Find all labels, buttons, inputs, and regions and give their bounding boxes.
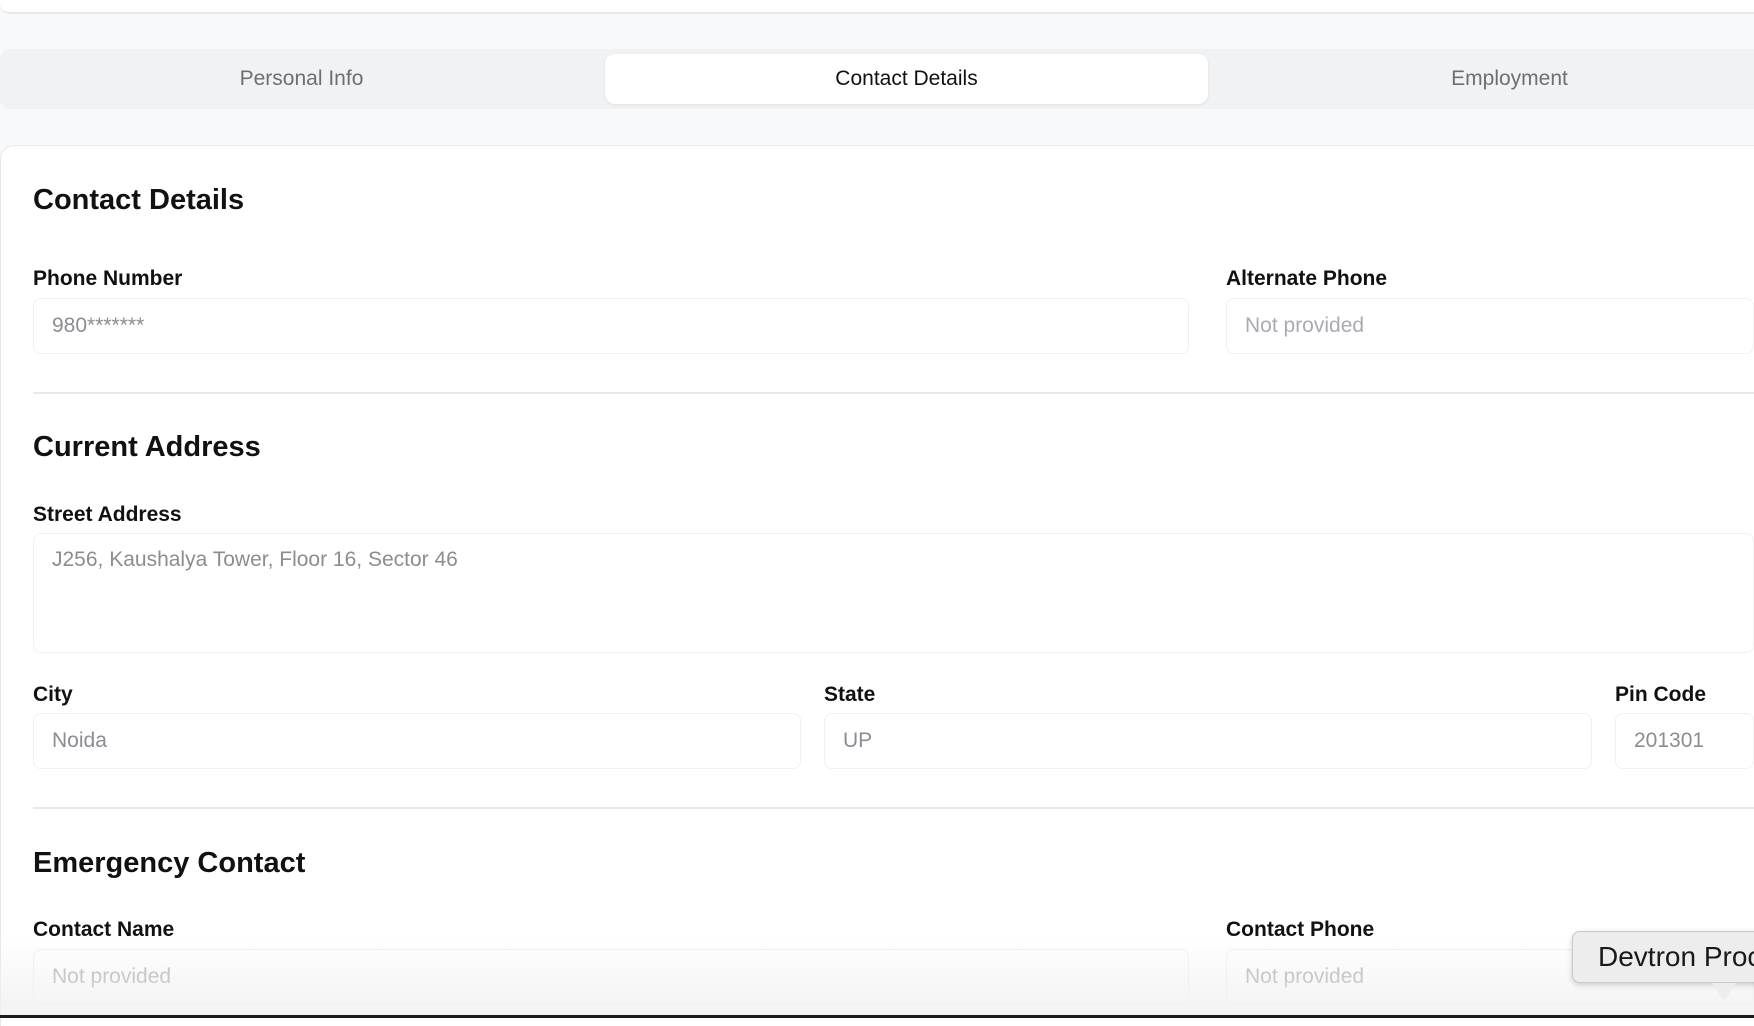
tab-bar: Personal Info Contact Details Employment xyxy=(0,49,1754,109)
emergency-contact-heading: Emergency Contact xyxy=(33,847,306,879)
tab-personal-info[interactable]: Personal Info xyxy=(0,54,603,104)
tab-employment[interactable]: Employment xyxy=(1208,54,1754,104)
section-divider xyxy=(33,807,1754,809)
pin-code-label: Pin Code xyxy=(1615,683,1707,706)
phone-number-field[interactable]: 980******* xyxy=(33,298,1189,354)
contact-name-label: Contact Name xyxy=(33,918,175,941)
tooltip-arrow-icon xyxy=(1712,983,1736,1001)
alternate-phone-field[interactable]: Not provided xyxy=(1226,298,1754,354)
state-field[interactable]: UP xyxy=(824,713,1592,769)
street-address-field[interactable]: J256, Kaushalya Tower, Floor 16, Sector … xyxy=(33,533,1754,653)
pin-code-field[interactable]: 201301 xyxy=(1615,713,1754,769)
current-address-heading: Current Address xyxy=(33,431,261,463)
street-address-label: Street Address xyxy=(33,503,182,526)
top-header-strip xyxy=(0,0,1754,14)
contact-name-field[interactable]: Not provided xyxy=(33,949,1189,1005)
contact-details-heading: Contact Details xyxy=(33,184,245,216)
city-field[interactable]: Noida xyxy=(33,713,801,769)
section-divider xyxy=(33,392,1754,394)
tooltip: Devtron Proc xyxy=(1572,931,1754,983)
alternate-phone-label: Alternate Phone xyxy=(1226,267,1388,290)
state-label: State xyxy=(824,683,876,706)
tooltip-text: Devtron Proc xyxy=(1598,941,1754,972)
tab-contact-details[interactable]: Contact Details xyxy=(605,54,1208,104)
contact-phone-label: Contact Phone xyxy=(1226,918,1375,941)
city-label: City xyxy=(33,683,73,706)
phone-number-label: Phone Number xyxy=(33,267,183,290)
